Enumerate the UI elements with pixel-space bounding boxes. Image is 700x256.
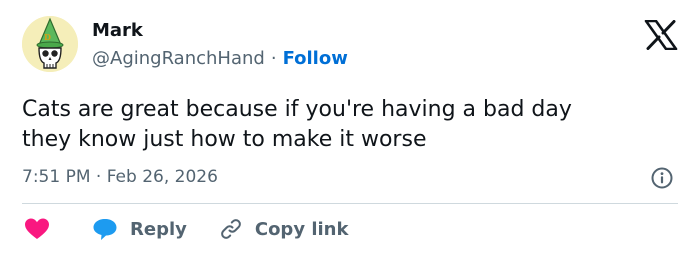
svg-text:D: D — [44, 32, 51, 42]
info-icon[interactable] — [650, 166, 674, 190]
action-bar: Reply Copy link — [22, 214, 348, 244]
reply-label: Reply — [130, 218, 187, 240]
link-icon — [220, 219, 241, 239]
author-handle[interactable]: @AgingRanchHand — [92, 48, 265, 69]
divider — [22, 203, 678, 204]
copy-link-label: Copy link — [254, 218, 349, 240]
like-button[interactable] — [22, 214, 52, 244]
timestamp[interactable]: 7:51 PM · Feb 26, 2026 — [22, 166, 218, 188]
tweet-card: D Mark @AgingRanchHand · Follow Cats are g… — [0, 0, 700, 256]
skull-with-green-hat-icon: D — [22, 16, 78, 72]
tweet-text-line: Cats are great because if you're having … — [22, 97, 572, 122]
separator-dot: · — [270, 48, 277, 69]
x-logo-icon[interactable] — [644, 20, 678, 50]
tweet-text: Cats are great because if you're having … — [22, 95, 682, 155]
copy-link-button[interactable]: Copy link — [219, 217, 349, 241]
speech-bubble-icon — [93, 219, 117, 240]
author-handle-row: @AgingRanchHand · Follow — [92, 47, 348, 71]
tweet-text-line: they know just how to make it worse — [22, 127, 427, 152]
heart-icon — [25, 218, 49, 239]
follow-button[interactable]: Follow — [283, 48, 348, 69]
avatar[interactable]: D — [22, 16, 78, 72]
author-name[interactable]: Mark — [92, 20, 143, 42]
reply-button[interactable]: Reply — [92, 217, 187, 241]
